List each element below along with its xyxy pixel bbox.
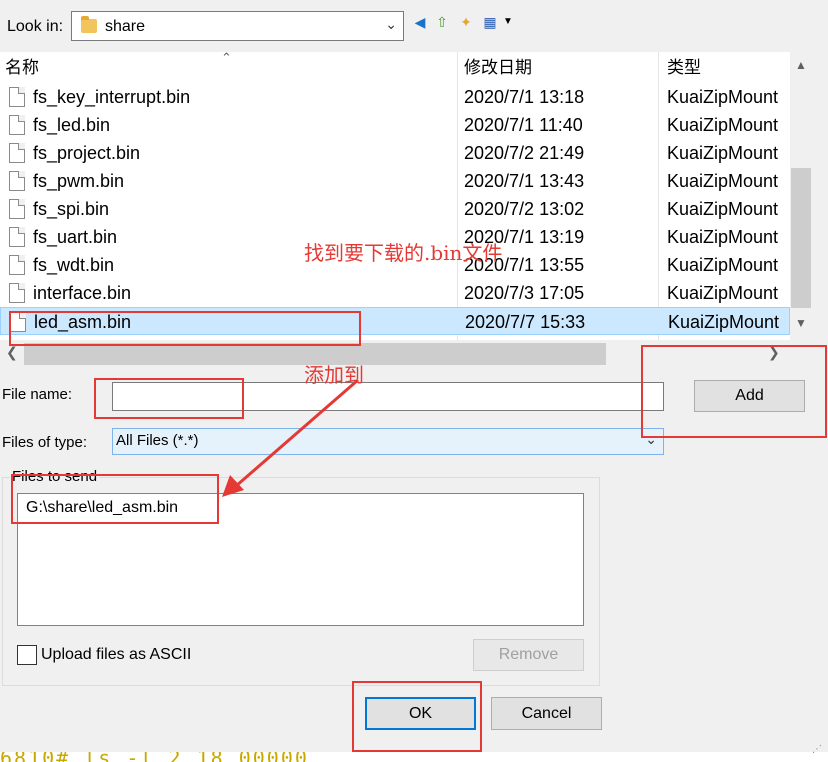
file-type-select[interactable]: All Files (*.*) ⌄ <box>112 428 664 455</box>
file-type: KuaiZipMount <box>667 87 779 107</box>
file-type: KuaiZipMount <box>667 143 779 163</box>
look-in-label: Look in: <box>7 18 64 35</box>
file-date: 2020/7/1 13:18 <box>464 87 585 107</box>
file-type: KuaiZipMount <box>667 283 779 303</box>
file-date: 2020/7/1 11:40 <box>464 115 583 135</box>
annotation-add-to: 添加到 <box>304 363 364 387</box>
file-row[interactable]: fs_project.bin 2020/7/2 21:49 KuaiZipMou… <box>0 139 790 167</box>
look-in-bar: Look in: share ⌄ ◀ ⇧ ✦ ▦ ▼ <box>0 0 828 52</box>
file-name: fs_pwm.bin <box>33 171 125 191</box>
view-menu-icon[interactable]: ▦ <box>481 13 499 31</box>
file-date: 2020/7/2 21:49 <box>464 143 585 163</box>
file-name: interface.bin <box>33 283 132 303</box>
file-row[interactable]: fs_key_interrupt.bin 2020/7/1 13:18 Kuai… <box>0 83 790 111</box>
file-icon <box>9 255 25 275</box>
file-date: 2020/7/7 15:33 <box>465 312 586 332</box>
file-name-label: File name: <box>2 386 73 403</box>
file-type: KuaiZipMount <box>667 227 779 247</box>
background-terminal-text: 6810# ls -l 2 18 00000 <box>0 752 309 762</box>
cancel-button[interactable]: Cancel <box>491 697 602 730</box>
file-type: KuaiZipMount <box>667 199 779 219</box>
folder-icon <box>81 16 97 33</box>
file-name: fs_project.bin <box>33 143 141 163</box>
column-header-date[interactable]: 修改日期 <box>464 52 532 84</box>
sort-ascending-icon: ⌃ <box>221 52 232 65</box>
file-row[interactable]: fs_spi.bin 2020/7/2 13:02 KuaiZipMount <box>0 195 790 223</box>
up-folder-icon[interactable]: ⇧ <box>433 13 451 31</box>
scroll-thumb[interactable] <box>791 168 811 308</box>
file-name: fs_wdt.bin <box>33 255 115 275</box>
scroll-up-icon[interactable]: ▲ <box>790 58 812 78</box>
remove-button[interactable]: Remove <box>473 639 584 671</box>
file-icon <box>9 227 25 247</box>
file-row[interactable]: fs_led.bin 2020/7/1 11:40 KuaiZipMount <box>0 111 790 139</box>
file-type: KuaiZipMount <box>668 312 780 332</box>
look-in-combo[interactable]: share ⌄ <box>71 11 404 41</box>
file-list[interactable]: 名称 ⌃ 修改日期 类型 fs_key_interrupt.bin 2020/7… <box>0 52 812 340</box>
file-name: fs_uart.bin <box>33 227 118 247</box>
file-date: 2020/7/3 17:05 <box>464 283 585 303</box>
file-name: fs_key_interrupt.bin <box>33 87 191 107</box>
scroll-down-icon[interactable]: ▼ <box>790 316 812 336</box>
file-type-value: All Files (*.*) <box>116 432 199 449</box>
annotation-find-file: 找到要下载的.bin文件 <box>304 241 503 265</box>
highlight-box-file <box>9 311 361 346</box>
new-folder-icon[interactable]: ✦ <box>457 13 475 31</box>
resize-grip-icon[interactable]: ⋰ <box>812 744 826 758</box>
chevron-down-icon: ⌄ <box>385 16 397 32</box>
file-icon <box>9 143 25 163</box>
highlight-box-filename <box>94 378 244 419</box>
file-type: KuaiZipMount <box>667 171 779 191</box>
upload-ascii-checkbox[interactable] <box>17 645 37 665</box>
column-header-name[interactable]: 名称 <box>5 52 39 84</box>
file-type: KuaiZipMount <box>667 255 779 275</box>
vertical-scrollbar[interactable]: ▲ ▼ <box>790 52 812 340</box>
file-row[interactable]: interface.bin 2020/7/3 17:05 KuaiZipMoun… <box>0 279 790 307</box>
background-terminal: 6810# ls -l 2 18 00000 <box>0 752 828 762</box>
file-row[interactable]: fs_pwm.bin 2020/7/1 13:43 KuaiZipMount <box>0 167 790 195</box>
highlight-box-ok <box>352 681 482 752</box>
highlight-box-add <box>641 345 827 438</box>
file-icon <box>9 171 25 191</box>
file-icon <box>9 87 25 107</box>
file-icon <box>9 115 25 135</box>
back-icon[interactable]: ◀ <box>411 13 429 31</box>
view-dropdown-icon[interactable]: ▼ <box>499 13 517 31</box>
file-name: fs_led.bin <box>33 115 111 135</box>
scroll-left-icon[interactable]: ❮ <box>6 344 18 361</box>
file-icon <box>9 199 25 219</box>
column-header-type[interactable]: 类型 <box>667 52 701 84</box>
highlight-box-files-to-send <box>11 474 219 524</box>
file-icon <box>9 283 25 303</box>
upload-ascii-label[interactable]: Upload files as ASCII <box>41 646 191 664</box>
file-name: fs_spi.bin <box>33 199 110 219</box>
file-date: 2020/7/2 13:02 <box>464 199 585 219</box>
file-type-label: Files of type: <box>2 434 88 451</box>
file-type: KuaiZipMount <box>667 115 779 135</box>
look-in-value: share <box>105 18 146 35</box>
file-date: 2020/7/1 13:43 <box>464 171 585 191</box>
